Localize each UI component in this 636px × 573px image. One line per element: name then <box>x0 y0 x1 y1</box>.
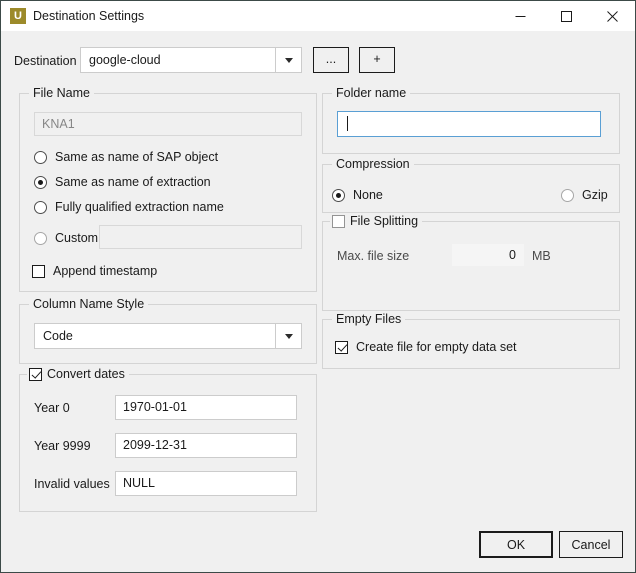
year-zero-label: Year 0 <box>34 401 70 415</box>
app-icon-u: U <box>10 8 26 24</box>
radio-same-as-extraction[interactable]: Same as name of extraction <box>34 175 211 189</box>
column-name-style-select[interactable]: Code <box>34 323 302 349</box>
destination-settings-dialog: U Destination Settings Destination googl… <box>0 0 636 573</box>
checkbox-icon <box>332 214 345 228</box>
file-name-preview-input: KNA1 <box>34 112 302 136</box>
append-timestamp-label: Append timestamp <box>53 264 158 278</box>
max-file-size-input: 0 <box>451 243 525 267</box>
radio-same-as-sap-object[interactable]: Same as name of SAP object <box>34 150 218 164</box>
invalid-values-input[interactable]: NULL <box>115 471 297 496</box>
year-zero-value: 1970-01-01 <box>123 400 187 414</box>
file-name-preview-value: KNA1 <box>42 117 75 131</box>
destination-select[interactable]: google-cloud <box>80 47 302 73</box>
radio-icon-selected <box>34 175 47 189</box>
destination-dropdown-button[interactable] <box>275 48 301 72</box>
column-name-style-group-label: Column Name Style <box>29 297 149 311</box>
destination-label: Destination <box>14 54 77 68</box>
create-file-for-empty-data-set-checkbox[interactable]: Create file for empty data set <box>335 340 517 354</box>
max-file-size-label: Max. file size <box>337 249 410 263</box>
destination-selected-value: google-cloud <box>89 53 161 67</box>
browse-destination-button[interactable]: ... <box>313 47 349 73</box>
append-timestamp-checkbox[interactable]: Append timestamp <box>32 264 157 278</box>
minimize-icon <box>515 15 525 17</box>
maximize-button[interactable] <box>543 1 589 31</box>
radio-label: Gzip <box>582 188 608 202</box>
radio-fully-qualified-name[interactable]: Fully qualified extraction name <box>34 200 224 214</box>
checkbox-icon <box>32 264 45 278</box>
title-bar[interactable]: U Destination Settings <box>1 1 635 31</box>
chevron-down-icon <box>284 57 293 63</box>
compression-group-label: Compression <box>332 157 414 171</box>
radio-icon <box>34 231 47 245</box>
radio-icon <box>34 200 47 214</box>
ok-button[interactable]: OK <box>479 531 553 558</box>
folder-name-group-label: Folder name <box>332 86 411 100</box>
radio-label: Fully qualified extraction name <box>55 200 224 214</box>
checkbox-icon-checked <box>29 367 42 381</box>
radio-icon <box>561 188 574 202</box>
convert-dates-checkbox[interactable]: Convert dates <box>27 366 129 382</box>
column-name-style-value: Code <box>43 329 73 343</box>
maximize-icon <box>560 10 572 22</box>
cancel-button[interactable]: Cancel <box>559 531 623 558</box>
radio-icon-selected <box>332 188 345 202</box>
custom-file-name-input[interactable] <box>99 225 302 249</box>
text-caret <box>347 116 348 131</box>
max-file-size-value: 0 <box>509 248 516 262</box>
create-file-for-empty-data-set-label: Create file for empty data set <box>356 340 517 354</box>
max-file-size-unit: MB <box>532 249 551 263</box>
radio-icon <box>34 150 47 164</box>
add-destination-button[interactable]: + <box>359 47 395 73</box>
radio-compression-none[interactable]: None <box>332 188 383 202</box>
year-9999-input[interactable]: 2099-12-31 <box>115 433 297 458</box>
year-9999-label: Year 9999 <box>34 439 91 453</box>
chevron-down-icon <box>284 333 293 339</box>
close-button[interactable] <box>589 1 635 31</box>
radio-label: Same as name of extraction <box>55 175 211 189</box>
file-name-group-label: File Name <box>29 86 94 100</box>
radio-label: Same as name of SAP object <box>55 150 219 164</box>
radio-compression-gzip[interactable]: Gzip <box>561 188 608 202</box>
radio-label: None <box>353 188 383 202</box>
column-name-style-dropdown-button[interactable] <box>275 324 301 348</box>
file-splitting-label: File Splitting <box>350 214 419 228</box>
file-splitting-checkbox[interactable]: File Splitting <box>330 213 423 229</box>
invalid-values-value: NULL <box>123 476 155 490</box>
radio-label: Custom <box>55 231 99 245</box>
app-icon-letter: U <box>14 9 22 22</box>
empty-files-group-label: Empty Files <box>332 312 406 326</box>
folder-name-input[interactable] <box>337 111 601 137</box>
checkbox-icon-checked <box>335 340 348 354</box>
minimize-button[interactable] <box>497 1 543 31</box>
year-zero-input[interactable]: 1970-01-01 <box>115 395 297 420</box>
invalid-values-label: Invalid values <box>34 477 110 491</box>
convert-dates-label: Convert dates <box>47 367 125 381</box>
close-icon <box>606 10 618 22</box>
year-9999-value: 2099-12-31 <box>123 438 187 452</box>
radio-custom[interactable]: Custom <box>34 231 98 245</box>
window-title: Destination Settings <box>33 9 145 23</box>
